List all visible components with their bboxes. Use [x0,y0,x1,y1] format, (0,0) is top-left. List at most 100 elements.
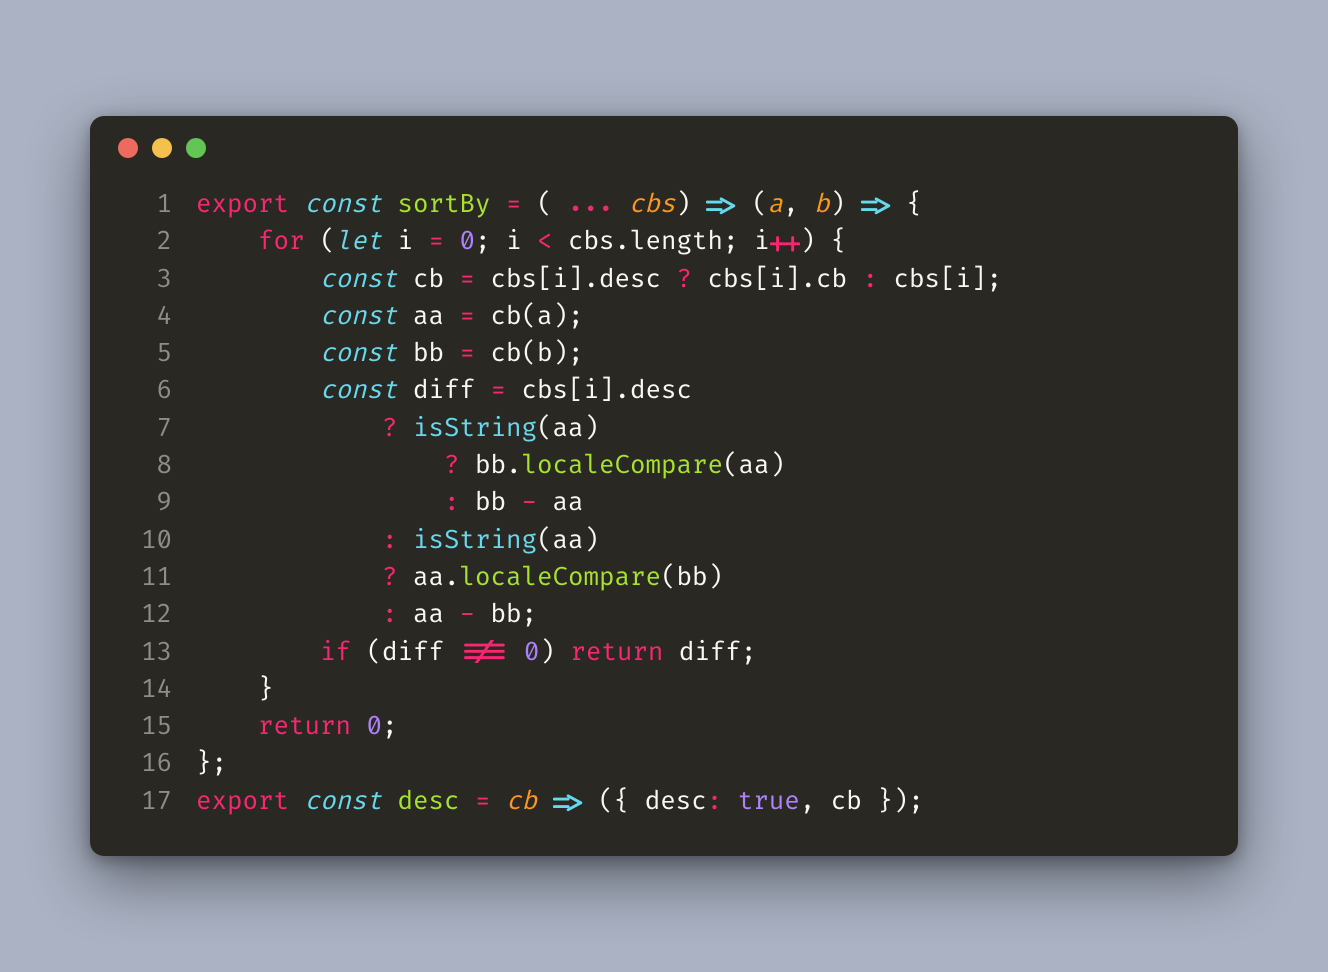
code-line: 4 const aa = cb(a); [90,298,1202,335]
code-line: 8 ? bb.localeCompare(aa) [90,447,1202,484]
token-punct: , [783,189,799,220]
token-var: aa [553,413,584,444]
minimize-icon[interactable] [152,138,172,158]
token-punct: } [196,748,212,779]
token-param: a [768,189,784,220]
token-punct: ) [893,786,909,817]
token-punct: . [506,450,522,481]
code-line: 17export const desc = cb ({ desc: true, … [90,783,1202,820]
token-var: i [398,226,414,257]
token-kw-decl: const [320,375,398,406]
code-content: const aa = cb(a); [196,298,1202,335]
line-number: 11 [90,559,196,596]
token-num: true [738,786,800,817]
line-number: 1 [90,186,196,223]
code-window: 1export const sortBy = ( cbs) (a, b) {2 … [90,116,1238,856]
token-var: cbs [491,264,538,295]
token-var: cbs [894,264,941,295]
token-punct: ( [522,301,538,332]
code-content: for (let i = 0; i < cbs.length; i) { [196,223,1202,260]
token-punct: ] [568,264,584,295]
line-number: 17 [90,783,196,820]
line-number: 9 [90,484,196,521]
code-line: 7 ? isString(aa) [90,410,1202,447]
line-number: 2 [90,223,196,260]
token-num: 0 [460,226,476,257]
token-punct: [ [568,375,584,406]
token-punct: ] [971,264,987,295]
token-punct: ) [708,562,724,593]
code-line: 3 const cb = cbs[i].desc ? cbs[i].cb : c… [90,261,1202,298]
token-ident-decl: desc [398,786,460,817]
token-kw-export: export [196,786,289,817]
code-content: const bb = cb(b); [196,335,1202,372]
close-icon[interactable] [118,138,138,158]
token-var: cbs [708,264,755,295]
token-var: aa [553,487,584,518]
token-punct: ; [382,711,398,742]
code-line: 16}; [90,745,1202,782]
code-content: ? isString(aa) [196,410,1202,447]
token-punct: ; [723,226,739,257]
token-punct: [ [940,264,956,295]
line-number: 15 [90,708,196,745]
code-line: 1export const sortBy = ( cbs) (a, b) { [90,186,1202,223]
token-op-main: = [429,226,445,257]
line-number: 13 [90,634,196,671]
code-content: if (diff 0) return diff; [196,634,1202,671]
line-number: 10 [90,522,196,559]
token-punct: ) [830,189,846,220]
token-punct: , [800,786,816,817]
code-content: ? aa.localeCompare(bb) [196,559,1202,596]
token-kw-decl: let [336,226,383,257]
token-param: b [814,189,830,220]
code-content: const cb = cbs[i].desc ? cbs[i].cb : cbs… [196,261,1202,298]
line-number: 3 [90,261,196,298]
code-content: : bb - aa [196,484,1202,521]
token-var: aa [413,301,444,332]
token-var: cb [413,264,444,295]
token-op-main: : [382,599,398,630]
code-line: 14 } [90,671,1202,708]
token-punct: } [258,674,274,705]
token-punct: ) [770,450,786,481]
token-punct: ) [800,226,816,257]
token-var: length [630,226,723,257]
token-punct: . [584,264,600,295]
token-kw-export: if [320,637,351,668]
token-punct: ( [723,450,739,481]
token-punct: ; [522,599,538,630]
token-op-main: : [444,487,460,518]
window-controls [90,116,1238,158]
token-var: cbs [522,375,569,406]
token-punct: ; [908,786,924,817]
token-op-main: = [460,338,476,369]
arrow-ligature-icon [706,189,736,220]
token-method: localeCompare [522,450,724,481]
token-punct: ) [553,301,569,332]
code-line: 12 : aa - bb; [90,596,1202,633]
token-var: cb [491,301,522,332]
token-kw-decl: const [305,786,383,817]
token-op-main: = [460,301,476,332]
token-kw-export: for [258,226,305,257]
token-punct: ( [752,189,768,220]
token-var: diff [679,637,741,668]
token-op-main: - [460,599,476,630]
token-op-main: - [522,487,538,518]
token-kw-decl: const [305,189,383,220]
token-param: cb [506,786,537,817]
token-punct: ; [568,301,584,332]
token-var: bb [475,450,506,481]
token-op-main: ? [444,450,460,481]
token-op-main: ? [382,413,398,444]
token-var: desc [599,264,661,295]
token-var: bb [677,562,708,593]
token-op-main: ? [382,562,398,593]
token-punct: [ [537,264,553,295]
maximize-icon[interactable] [186,138,206,158]
token-op-main: = [475,786,491,817]
line-number: 16 [90,745,196,782]
token-punct: ) [675,189,691,220]
token-var: diff [382,637,444,668]
